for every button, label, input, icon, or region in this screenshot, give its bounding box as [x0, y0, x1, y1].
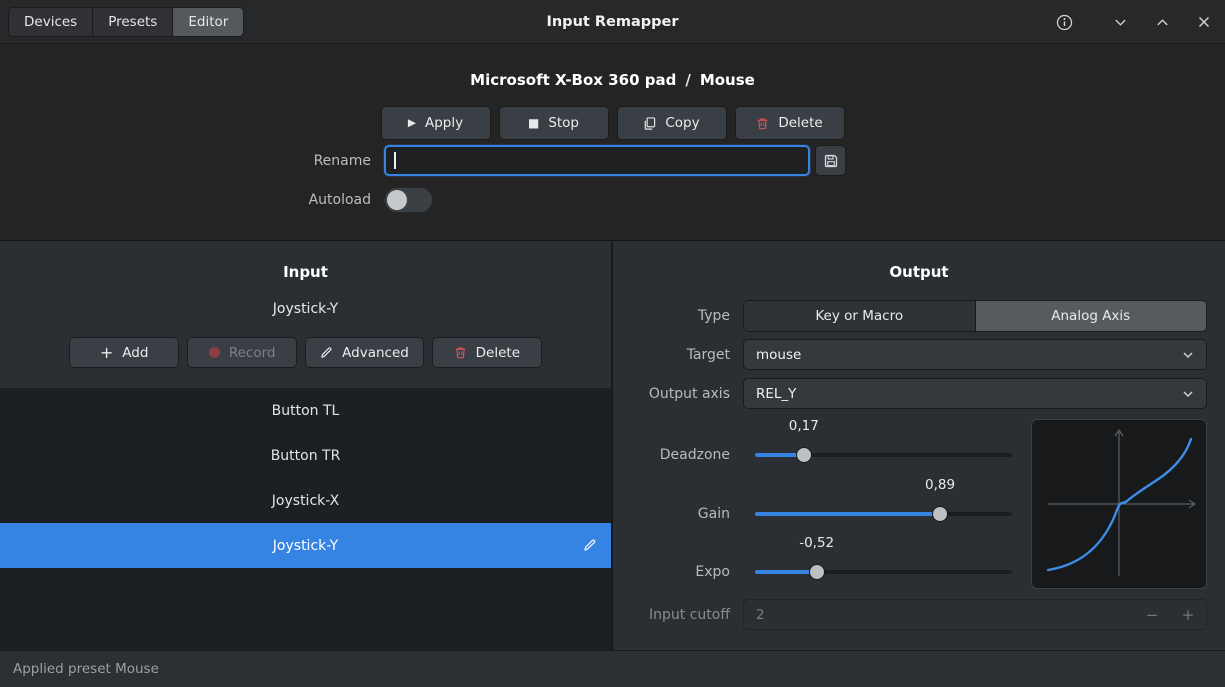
edit-pencil-icon[interactable]: [583, 538, 597, 552]
info-icon[interactable]: [1055, 13, 1073, 31]
toggle-knob: [387, 190, 407, 210]
input-panel-title: Input: [283, 263, 328, 281]
minimize-chevron-down-icon[interactable]: [1111, 13, 1129, 31]
gain-label: Gain: [697, 506, 730, 522]
pencil-icon: [320, 346, 333, 359]
slider-handle[interactable]: [808, 564, 825, 580]
plus-icon: +: [99, 342, 114, 362]
add-input-button[interactable]: + Add: [69, 337, 180, 368]
slider-fill: [755, 512, 941, 516]
rename-label: Rename: [313, 153, 371, 169]
stop-button[interactable]: ■ Stop: [498, 106, 609, 140]
tab-presets[interactable]: Presets: [93, 8, 174, 36]
breadcrumb-separator: /: [685, 71, 691, 89]
output-panel-title: Output: [889, 263, 949, 281]
expo-slider[interactable]: -0,52: [755, 535, 1012, 580]
slider-fill: [755, 570, 817, 574]
target-dropdown[interactable]: mouse: [743, 339, 1207, 370]
delete-preset-button[interactable]: Delete: [734, 106, 845, 140]
window-controls: [1055, 0, 1213, 44]
input-panel: Input Joystick-Y + Add Record Advanced D…: [0, 241, 611, 650]
target-label: Target: [686, 347, 730, 363]
record-button[interactable]: Record: [187, 337, 298, 368]
output-axis-dropdown[interactable]: REL_Y: [743, 378, 1207, 409]
chevron-down-icon: [1182, 390, 1194, 398]
maximize-chevron-up-icon[interactable]: [1153, 13, 1171, 31]
autoload-toggle[interactable]: [384, 187, 433, 213]
slider-handle[interactable]: [795, 447, 812, 463]
deadzone-label: Deadzone: [659, 447, 730, 463]
type-label: Type: [697, 308, 730, 324]
preset-section: Microsoft X-Box 360 pad / Mouse ▶ Apply ■ …: [0, 44, 1225, 240]
decrement-button[interactable]: −: [1134, 600, 1170, 629]
target-value: mouse: [756, 346, 802, 363]
list-item-button-tl[interactable]: Button TL: [0, 388, 611, 433]
deadzone-value: 0,17: [788, 418, 819, 434]
gain-value: 0,89: [925, 477, 956, 493]
copy-button[interactable]: Copy: [616, 106, 727, 140]
expo-curve-graph: [1031, 419, 1207, 589]
slider-handle[interactable]: [932, 506, 949, 522]
type-option-key-or-macro[interactable]: Key or Macro: [744, 301, 976, 331]
floppy-icon: [824, 154, 838, 168]
gain-slider[interactable]: 0,89: [755, 477, 1012, 522]
record-dot-icon: [208, 347, 220, 358]
trash-icon: [756, 117, 769, 130]
trash-icon: [454, 346, 467, 359]
expo-label: Expo: [695, 564, 730, 580]
deadzone-slider[interactable]: 0,17: [755, 418, 1012, 463]
close-icon[interactable]: [1195, 13, 1213, 31]
copy-icon: [643, 116, 656, 130]
preset-actions: ▶ Apply ■ Stop Copy Delete: [0, 106, 1225, 140]
chevron-down-icon: [1182, 351, 1194, 359]
delete-input-button[interactable]: Delete: [431, 337, 542, 368]
output-panel: Output Type Key or Macro Analog Axis Tar…: [613, 241, 1225, 650]
apply-button[interactable]: ▶ Apply: [380, 106, 491, 140]
input-list: Button TL Button TR Joystick-X Joystick-…: [0, 388, 611, 650]
input-cutoff-value: 2: [756, 606, 765, 623]
autoload-label: Autoload: [308, 192, 371, 208]
advanced-button[interactable]: Advanced: [305, 337, 424, 368]
titlebar: Input Remapper Devices Presets Editor: [0, 0, 1225, 44]
list-item-button-tr[interactable]: Button TR: [0, 433, 611, 478]
input-cutoff-label: Input cutoff: [649, 607, 730, 623]
list-item-joystick-x[interactable]: Joystick-X: [0, 478, 611, 523]
view-tab-group: Devices Presets Editor: [8, 7, 245, 37]
play-icon: ▶: [407, 116, 416, 129]
current-input-name: Joystick-Y: [272, 301, 339, 317]
input-cutoff-spinner[interactable]: 2 − +: [743, 599, 1207, 630]
save-rename-button[interactable]: [815, 145, 846, 176]
preset-name: Mouse: [699, 71, 755, 89]
device-name: Microsoft X-Box 360 pad: [470, 71, 677, 89]
list-item-joystick-y[interactable]: Joystick-Y: [0, 523, 611, 568]
preset-breadcrumb: Microsoft X-Box 360 pad / Mouse: [0, 71, 1225, 89]
input-actions: + Add Record Advanced Delete: [0, 337, 611, 368]
status-bar: Applied preset Mouse: [0, 650, 1225, 687]
stop-icon: ■: [527, 116, 540, 130]
rename-input[interactable]: [384, 145, 810, 176]
type-segmented-control: Key or Macro Analog Axis: [743, 300, 1207, 332]
output-axis-value: REL_Y: [756, 385, 797, 402]
tab-devices[interactable]: Devices: [9, 8, 94, 36]
status-text: Applied preset Mouse: [13, 661, 159, 677]
tab-editor[interactable]: Editor: [173, 8, 244, 36]
output-axis-label: Output axis: [648, 386, 730, 402]
increment-button[interactable]: +: [1170, 600, 1206, 629]
type-option-analog-axis[interactable]: Analog Axis: [975, 301, 1206, 331]
expo-value: -0,52: [799, 535, 835, 551]
text-cursor: [394, 152, 396, 169]
